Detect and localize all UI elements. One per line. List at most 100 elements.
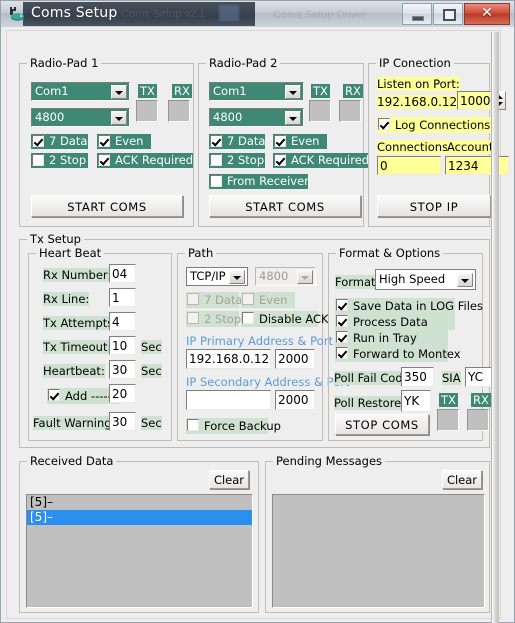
account-input[interactable]: 1234 bbox=[445, 156, 509, 175]
modem-device-icon bbox=[10, 7, 24, 21]
title-bar[interactable]: Coms Setup v2.1 Coms Setup Driver Coms S… bbox=[0, 0, 515, 27]
group-received-data: Received Data Clear [5]– [5]– bbox=[19, 454, 259, 613]
list-item[interactable]: [5]– bbox=[27, 510, 252, 525]
pending-messages-clear-button[interactable]: Clear bbox=[442, 470, 482, 489]
path-2stop-label: 2 Stop bbox=[204, 312, 242, 326]
vertical-scrollbar[interactable] bbox=[491, 32, 499, 623]
checkbox-icon bbox=[336, 299, 348, 311]
fault-warning-input[interactable]: 30 bbox=[109, 412, 136, 431]
run-in-tray-checkbox[interactable]: Run in Tray bbox=[335, 330, 448, 346]
stop-ip-button[interactable]: STOP IP bbox=[377, 195, 491, 217]
save-data-log-checkbox[interactable]: Save Data in LOG Files bbox=[335, 298, 483, 314]
title-bar-ghost-text-right: Coms Setup Driver bbox=[273, 9, 366, 21]
maximize-button[interactable] bbox=[433, 3, 463, 25]
chevron-down-icon[interactable] bbox=[229, 270, 245, 284]
path-7data-checkbox: 7 Data bbox=[186, 292, 243, 308]
group-ip-connection-title: IP Conection bbox=[376, 56, 454, 70]
radio-pad-2-ack-required-checkbox[interactable]: ACK Required bbox=[273, 153, 369, 168]
connections-input[interactable]: 0 bbox=[377, 156, 441, 175]
radio-pad-1-rx-label: RX bbox=[172, 84, 192, 98]
process-data-checkbox[interactable]: Process Data bbox=[335, 314, 455, 330]
radio-pad-1-7data-checkbox[interactable]: 7 Data bbox=[31, 134, 88, 149]
log-connections-checkbox[interactable]: Log Connections bbox=[377, 117, 491, 133]
maximize-icon bbox=[443, 9, 456, 21]
radio-pad-1-port-select[interactable]: Com1 bbox=[31, 82, 130, 101]
radio-pad-2-from-receiver-checkbox[interactable]: From Receiver bbox=[209, 174, 309, 189]
tx-timeout-input[interactable]: 10 bbox=[109, 336, 136, 355]
chevron-down-icon bbox=[297, 270, 313, 284]
pending-messages-listbox[interactable] bbox=[272, 494, 485, 608]
force-backup-checkbox[interactable]: Force Backup bbox=[186, 418, 281, 434]
radio-pad-1-baud-select[interactable]: 4800 bbox=[31, 108, 130, 127]
ip-secondary-port-input[interactable]: 2000 bbox=[275, 390, 315, 410]
poll-restore-input[interactable]: YK bbox=[401, 390, 431, 412]
path-baud-value: 4800 bbox=[259, 269, 289, 283]
path-disable-ack-checkbox[interactable]: Disable ACK bbox=[241, 311, 329, 327]
group-radio-pad-1: Radio-Pad 1 Com1 4800 TX RX 7 Data Even … bbox=[19, 56, 194, 227]
stop-coms-button[interactable]: STOP COMS bbox=[335, 414, 429, 435]
radio-pad-1-tx-lamp bbox=[136, 100, 158, 122]
group-radio-pad-2-title: Radio-Pad 2 bbox=[206, 56, 281, 70]
list-item[interactable]: [5]– bbox=[27, 495, 252, 510]
radio-pad-2-baud-select[interactable]: 4800 bbox=[209, 108, 304, 127]
minimize-button[interactable] bbox=[402, 3, 432, 25]
tx-attempts-label: Tx Attempts: bbox=[43, 316, 118, 330]
checkbox-icon bbox=[274, 154, 286, 166]
radio-pad-1-2stop-label: 2 Stop bbox=[49, 153, 87, 167]
listen-port-input[interactable]: 10001 bbox=[457, 91, 491, 110]
close-button[interactable]: ✕ bbox=[464, 3, 510, 25]
chevron-down-icon[interactable] bbox=[111, 111, 127, 125]
chevron-down-icon[interactable] bbox=[285, 85, 301, 99]
radio-pad-2-start-coms-button[interactable]: START COMS bbox=[209, 195, 361, 217]
radio-pad-2-2stop-checkbox[interactable]: 2 Stop bbox=[209, 153, 265, 168]
radio-pad-2-port-select[interactable]: Com1 bbox=[209, 82, 304, 101]
chevron-down-icon[interactable] bbox=[111, 85, 127, 99]
forward-to-montex-checkbox[interactable]: Forward to Montex bbox=[335, 346, 461, 362]
radio-pad-2-port-value: Com1 bbox=[213, 84, 247, 98]
radio-pad-2-2stop-label: 2 Stop bbox=[227, 153, 265, 167]
title-bar-ghost-text-left: Coms Setup v2.1 bbox=[121, 8, 206, 20]
coms-setup-window: Coms Setup v2.1 Coms Setup Driver Coms S… bbox=[0, 0, 515, 623]
checkbox-icon bbox=[274, 135, 286, 147]
radio-pad-1-2stop-checkbox[interactable]: 2 Stop bbox=[31, 153, 88, 168]
received-data-listbox[interactable]: [5]– [5]– bbox=[26, 494, 253, 608]
ip-primary-address-input[interactable]: 192.168.0.12 bbox=[186, 349, 271, 369]
radio-pad-1-start-coms-button[interactable]: START COMS bbox=[31, 195, 183, 217]
run-in-tray-label: Run in Tray bbox=[353, 331, 417, 345]
ip-secondary-address-input[interactable] bbox=[186, 390, 271, 410]
chevron-down-icon[interactable] bbox=[285, 111, 301, 125]
path-7data-label: 7 Data bbox=[204, 293, 243, 307]
format-select[interactable]: High Speed bbox=[375, 269, 476, 290]
poll-fail-code-label: Poll Fail Code bbox=[334, 371, 410, 385]
radio-pad-2-even-checkbox[interactable]: Even bbox=[273, 134, 327, 149]
format-tx-label: TX bbox=[439, 393, 458, 407]
chevron-down-icon[interactable] bbox=[457, 273, 473, 287]
ip-primary-address-label: IP Primary Address & Port bbox=[186, 334, 333, 348]
ip-primary-port-input[interactable]: 2000 bbox=[275, 349, 315, 369]
group-pending-messages: Pending Messages Clear bbox=[265, 454, 490, 613]
format-tx-lamp bbox=[437, 409, 459, 431]
poll-fail-code-input[interactable]: 350 bbox=[401, 367, 434, 387]
radio-pad-1-7data-label: 7 Data bbox=[49, 134, 88, 148]
add-value-input[interactable]: 20 bbox=[109, 384, 136, 403]
tx-attempts-input[interactable]: 4 bbox=[109, 312, 136, 331]
process-data-label: Process Data bbox=[353, 315, 428, 329]
received-data-clear-button[interactable]: Clear bbox=[209, 470, 249, 489]
path-protocol-select[interactable]: TCP/IP bbox=[186, 267, 248, 286]
fault-warning-unit: Sec bbox=[141, 416, 162, 430]
format-value: High Speed bbox=[379, 272, 446, 286]
ip-address-label: 192.168.0.12 bbox=[377, 95, 458, 109]
radio-pad-2-7data-checkbox[interactable]: 7 Data bbox=[209, 134, 265, 149]
rx-line-input[interactable]: 1 bbox=[109, 288, 136, 307]
rx-number-label: Rx Number: bbox=[43, 268, 112, 282]
close-icon: ✕ bbox=[481, 5, 493, 21]
group-tx-setup: Tx Setup Heart Beat Rx Number: 04 Rx Lin… bbox=[19, 232, 495, 448]
radio-pad-2-7data-label: 7 Data bbox=[227, 134, 266, 148]
rx-number-input[interactable]: 04 bbox=[109, 264, 136, 283]
client-area: Radio-Pad 1 Com1 4800 TX RX 7 Data Even … bbox=[0, 27, 515, 623]
heartbeat-input[interactable]: 30 bbox=[109, 360, 136, 379]
group-radio-pad-1-title: Radio-Pad 1 bbox=[27, 56, 102, 70]
radio-pad-1-even-checkbox[interactable]: Even bbox=[97, 134, 151, 149]
radio-pad-1-ack-required-checkbox[interactable]: ACK Required bbox=[97, 153, 193, 168]
ip-secondary-address-label: IP Secondary Address & Port bbox=[186, 375, 350, 389]
